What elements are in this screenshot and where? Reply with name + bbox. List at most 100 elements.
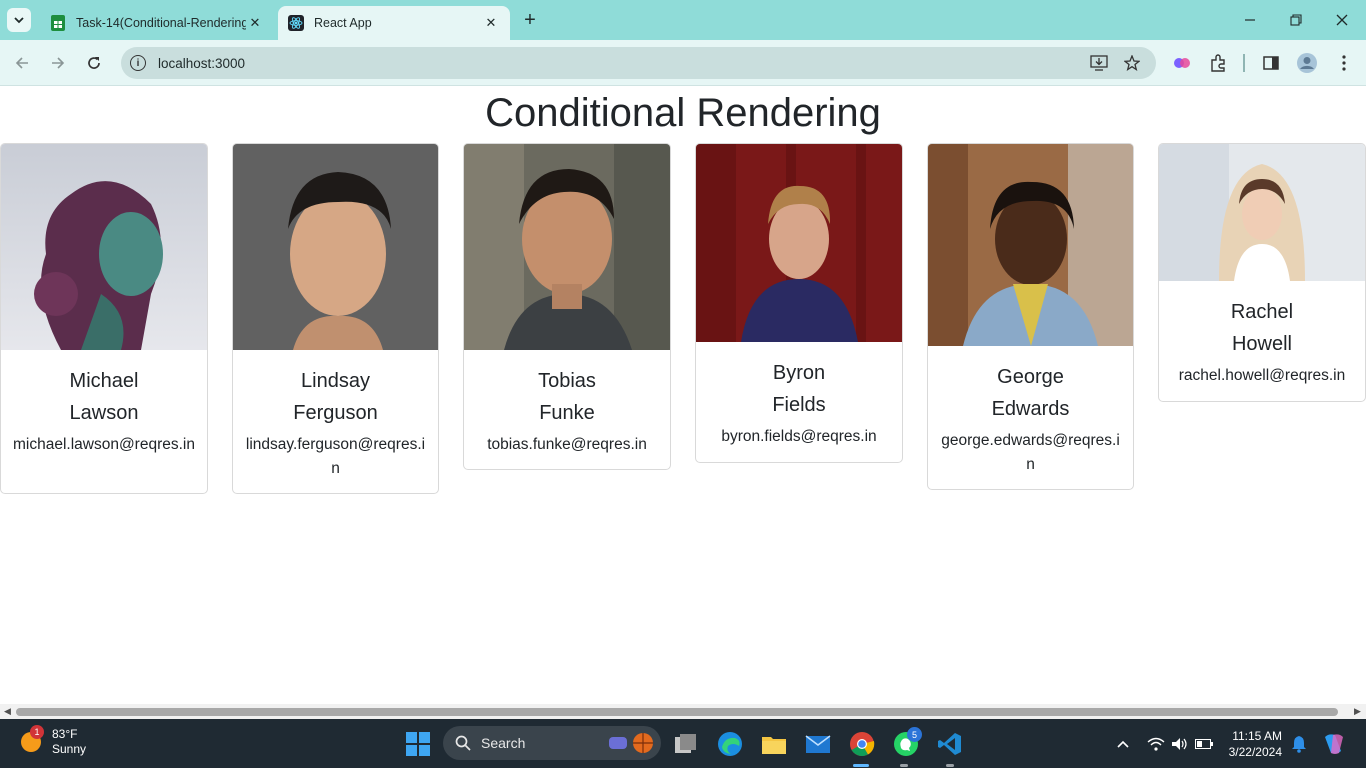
- address-bar[interactable]: i localhost:3000: [121, 47, 1156, 79]
- vscode-icon[interactable]: [935, 729, 965, 759]
- user-first-name: Lindsay: [301, 370, 370, 392]
- back-button[interactable]: [8, 49, 36, 77]
- chrome-icon[interactable]: [847, 729, 877, 759]
- user-card: Tobias Funke tobias.funke@reqres.in: [463, 143, 671, 470]
- system-clock[interactable]: 11:15 AM 3/22/2024: [1226, 728, 1282, 760]
- weather-widget[interactable]: 1 83°F Sunny: [20, 725, 87, 757]
- user-first-name: Michael: [69, 370, 139, 392]
- close-tab-icon[interactable]: ✕: [482, 14, 500, 32]
- user-photo: [1159, 144, 1365, 281]
- browser-toolbar: i localhost:3000: [0, 40, 1366, 86]
- user-photo: [233, 144, 438, 350]
- vscode-running-indicator: [946, 764, 954, 767]
- mail-icon[interactable]: [803, 729, 833, 759]
- tab-search-button[interactable]: [7, 8, 31, 32]
- close-icon: [1336, 14, 1348, 26]
- user-last-name: Howell: [1231, 333, 1293, 355]
- weather-badge: 1: [30, 725, 44, 739]
- close-tab-icon[interactable]: ✕: [246, 14, 264, 32]
- user-card: Rachel Howell rachel.howell@reqres.in: [1158, 143, 1366, 402]
- google-sheets-icon: [50, 15, 66, 31]
- user-card: George Edwards george.edwards@reqres.in: [927, 143, 1134, 490]
- side-panel-icon[interactable]: [1260, 52, 1282, 74]
- edge-browser-icon[interactable]: [715, 729, 745, 759]
- scroll-right-arrow-icon[interactable]: ▶: [1354, 706, 1361, 717]
- page-content: Conditional Rendering Michael Lawson mic…: [0, 87, 1366, 768]
- toolbar-divider: [1243, 54, 1245, 72]
- clock-time: 11:15 AM: [1232, 729, 1282, 743]
- url-text[interactable]: localhost:3000: [158, 56, 245, 71]
- page-title: Conditional Rendering: [485, 91, 881, 135]
- browser-tab-strip: Task-14(Conditional-Rendering) ✕ React A…: [0, 0, 1366, 40]
- user-first-name: Byron: [772, 362, 826, 384]
- copilot-icon[interactable]: [1171, 52, 1193, 74]
- user-photo: [928, 144, 1133, 346]
- whatsapp-badge: 5: [907, 727, 922, 742]
- search-label: Search: [481, 735, 526, 751]
- new-tab-button[interactable]: +: [518, 8, 542, 32]
- bookmark-star-icon[interactable]: [1122, 53, 1142, 73]
- user-last-name: Fields: [772, 394, 826, 416]
- taskbar-search[interactable]: Search: [443, 726, 661, 760]
- tab-title: Task-14(Conditional-Rendering): [76, 16, 246, 30]
- whatsapp-running-indicator: [900, 764, 908, 767]
- user-email: tobias.funke@reqres.in: [487, 436, 647, 453]
- user-first-name: Rachel: [1230, 301, 1294, 323]
- close-window-button[interactable]: [1322, 6, 1362, 34]
- restore-button[interactable]: [1276, 6, 1316, 34]
- user-first-name: Tobias: [538, 370, 596, 392]
- react-icon: [288, 15, 304, 31]
- weather-condition: Sunny: [52, 742, 87, 756]
- user-photo: [464, 144, 670, 350]
- user-email: michael.lawson@reqres.in: [12, 436, 195, 453]
- task-view-icon[interactable]: [671, 729, 701, 759]
- user-email: rachel.howell@reqres.in: [1178, 367, 1346, 384]
- install-app-icon[interactable]: [1089, 53, 1109, 73]
- minimize-button[interactable]: [1230, 6, 1270, 34]
- minimize-icon: [1245, 19, 1255, 21]
- user-email: george.edwards@reqres.in: [941, 432, 1120, 473]
- user-photo: [1, 144, 207, 350]
- windows-logo-icon: [406, 732, 430, 756]
- user-last-name: Funke: [539, 402, 595, 424]
- user-photo: [696, 144, 902, 342]
- battery-icon[interactable]: [1189, 729, 1219, 759]
- chevron-up-icon[interactable]: [1108, 729, 1138, 759]
- site-info-icon[interactable]: i: [130, 55, 146, 71]
- user-last-name: Edwards: [991, 398, 1070, 420]
- user-last-name: Lawson: [69, 402, 139, 424]
- copilot-taskbar-icon[interactable]: [1319, 729, 1349, 759]
- chrome-running-indicator: [853, 764, 869, 767]
- more-menu-icon[interactable]: [1333, 52, 1355, 74]
- file-explorer-icon[interactable]: [759, 729, 789, 759]
- search-highlight-icon: [609, 733, 653, 753]
- restore-icon: [1290, 14, 1302, 26]
- scrollbar-thumb[interactable]: [16, 708, 1338, 716]
- arrow-left-icon: [15, 57, 28, 69]
- profile-avatar[interactable]: [1296, 52, 1318, 74]
- tab-title: React App: [314, 16, 372, 30]
- user-card: Michael Lawson michael.lawson@reqres.in: [0, 143, 208, 494]
- weather-temp: 83°F: [52, 727, 78, 741]
- forward-button[interactable]: [44, 49, 72, 77]
- reload-button[interactable]: [80, 49, 108, 77]
- user-first-name: George: [997, 366, 1064, 388]
- user-email: lindsay.ferguson@reqres.in: [245, 436, 426, 477]
- chevron-down-icon: [14, 17, 24, 24]
- tab-task14[interactable]: Task-14(Conditional-Rendering) ✕: [40, 6, 274, 40]
- reload-icon: [88, 57, 100, 69]
- user-card: Lindsay Ferguson lindsay.ferguson@reqres…: [232, 143, 439, 494]
- clock-date: 3/22/2024: [1228, 745, 1282, 759]
- start-button[interactable]: [403, 729, 433, 759]
- user-card: Byron Fields byron.fields@reqres.in: [695, 143, 903, 463]
- search-icon: [455, 735, 471, 751]
- user-last-name: Ferguson: [293, 402, 378, 424]
- windows-taskbar: 1 83°F Sunny Search 5 11:15 AM 3/22/2024: [0, 719, 1366, 768]
- notification-bell-icon[interactable]: [1284, 729, 1314, 759]
- tab-react-app[interactable]: React App ✕: [278, 6, 510, 40]
- arrow-right-icon: [52, 57, 65, 69]
- extensions-icon[interactable]: [1207, 52, 1229, 74]
- horizontal-scrollbar[interactable]: ◀ ▶: [0, 704, 1366, 719]
- scroll-left-arrow-icon[interactable]: ◀: [4, 706, 11, 717]
- user-email: byron.fields@reqres.in: [721, 428, 877, 445]
